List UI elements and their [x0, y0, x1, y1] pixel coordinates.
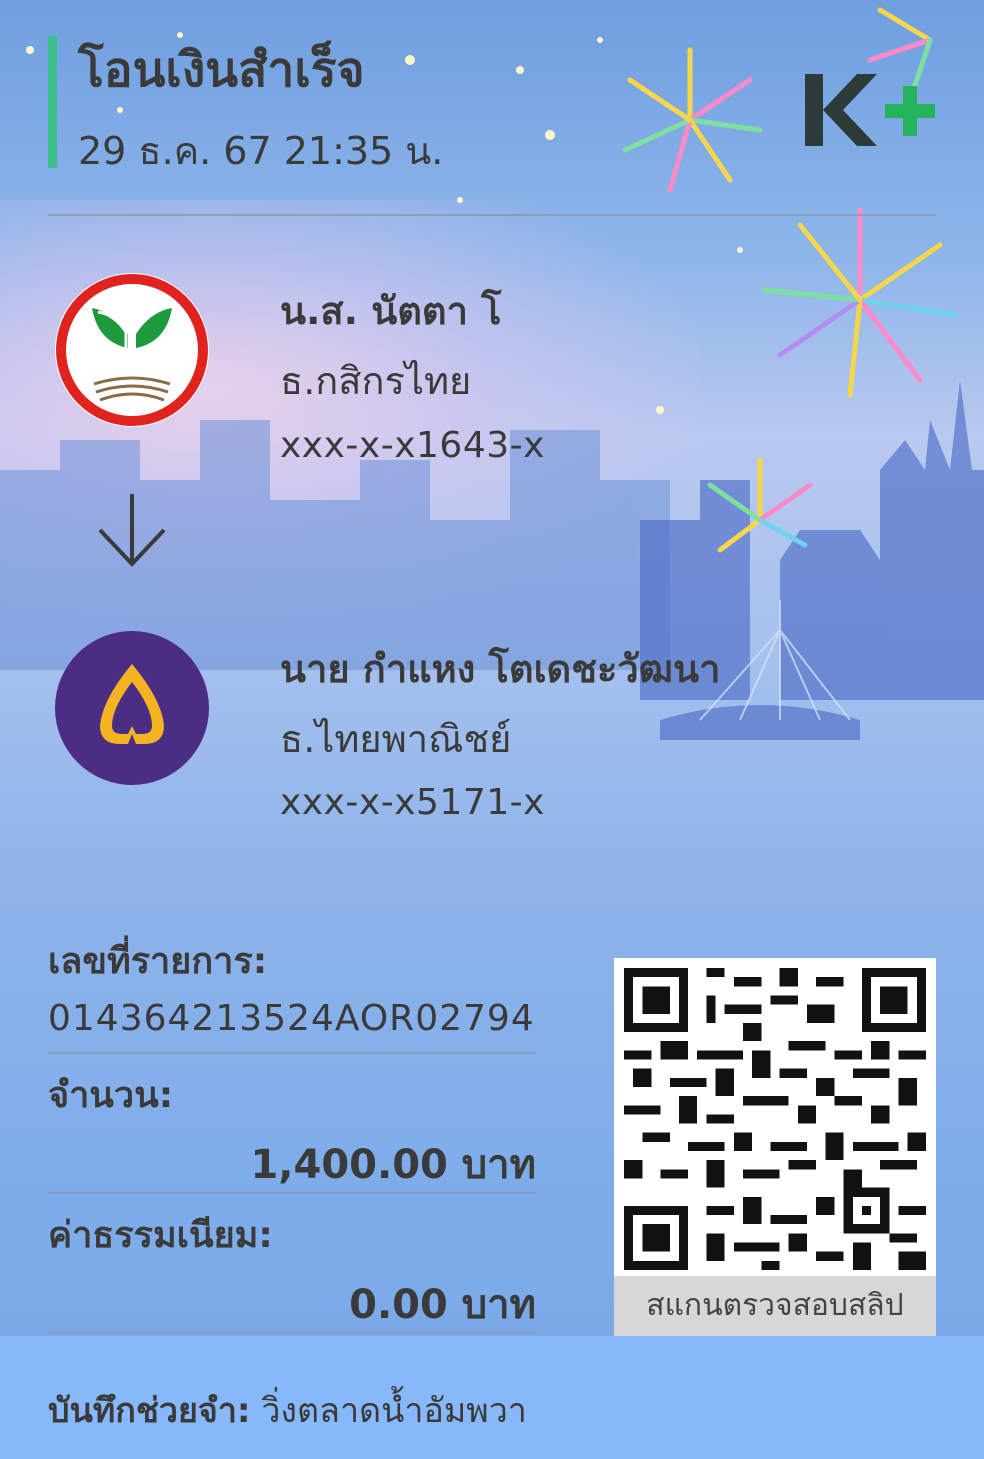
page-title: โอนเงินสำเร็จ [78, 42, 365, 98]
fee-value: 0.00 บาท [349, 1282, 536, 1328]
qr-caption: สแกนตรวจสอบสลิป [614, 1276, 936, 1336]
divider-amount [48, 1192, 536, 1194]
transfer-slip: โอนเงินสำเร็จ 29 ธ.ค. 67 21:35 น. น.ส. น… [0, 0, 984, 1459]
divider-fee [48, 1332, 536, 1334]
amount-value: 1,400.00 บาท [250, 1142, 536, 1188]
amount-label: จำนวน: [48, 1075, 174, 1116]
memo-label: บันทึกช่วยจำ: [48, 1391, 251, 1431]
receiver-bank: ธ.ไทยพาณิชย์ [280, 717, 512, 761]
divider-transaction [48, 1052, 536, 1054]
scb-bank-icon [55, 631, 209, 785]
qr-code-icon[interactable] [624, 968, 926, 1270]
sender-name: น.ส. นัตตา โ [280, 289, 502, 333]
transaction-id-label: เลขที่รายการ: [48, 941, 268, 982]
qr-verification-panel[interactable]: สแกนตรวจสอบสลิป [614, 958, 936, 1336]
memo-value: วิ่งตลาดน้ำอัมพวา [261, 1391, 527, 1431]
sender-bank: ธ.กสิกรไทย [280, 359, 472, 403]
header-divider [48, 214, 936, 216]
sender-account: xxx-x-x1643-x [280, 425, 545, 466]
receiver-name: นาย กำแหง โตเดชะวัฒนา [280, 647, 721, 691]
kasikorn-bank-icon [55, 273, 209, 427]
transaction-datetime: 29 ธ.ค. 67 21:35 น. [78, 129, 444, 173]
transaction-id: 014364213524AOR02794 [48, 998, 535, 1039]
receiver-account: xxx-x-x5171-x [280, 782, 545, 823]
kplus-logo-icon [805, 74, 935, 146]
accent-bar [48, 36, 57, 168]
fee-label: ค่าธรรมเนียม: [48, 1215, 273, 1256]
arrow-down-icon [98, 494, 166, 567]
memo: บันทึกช่วยจำ: วิ่งตลาดน้ำอัมพวา [48, 1383, 527, 1437]
